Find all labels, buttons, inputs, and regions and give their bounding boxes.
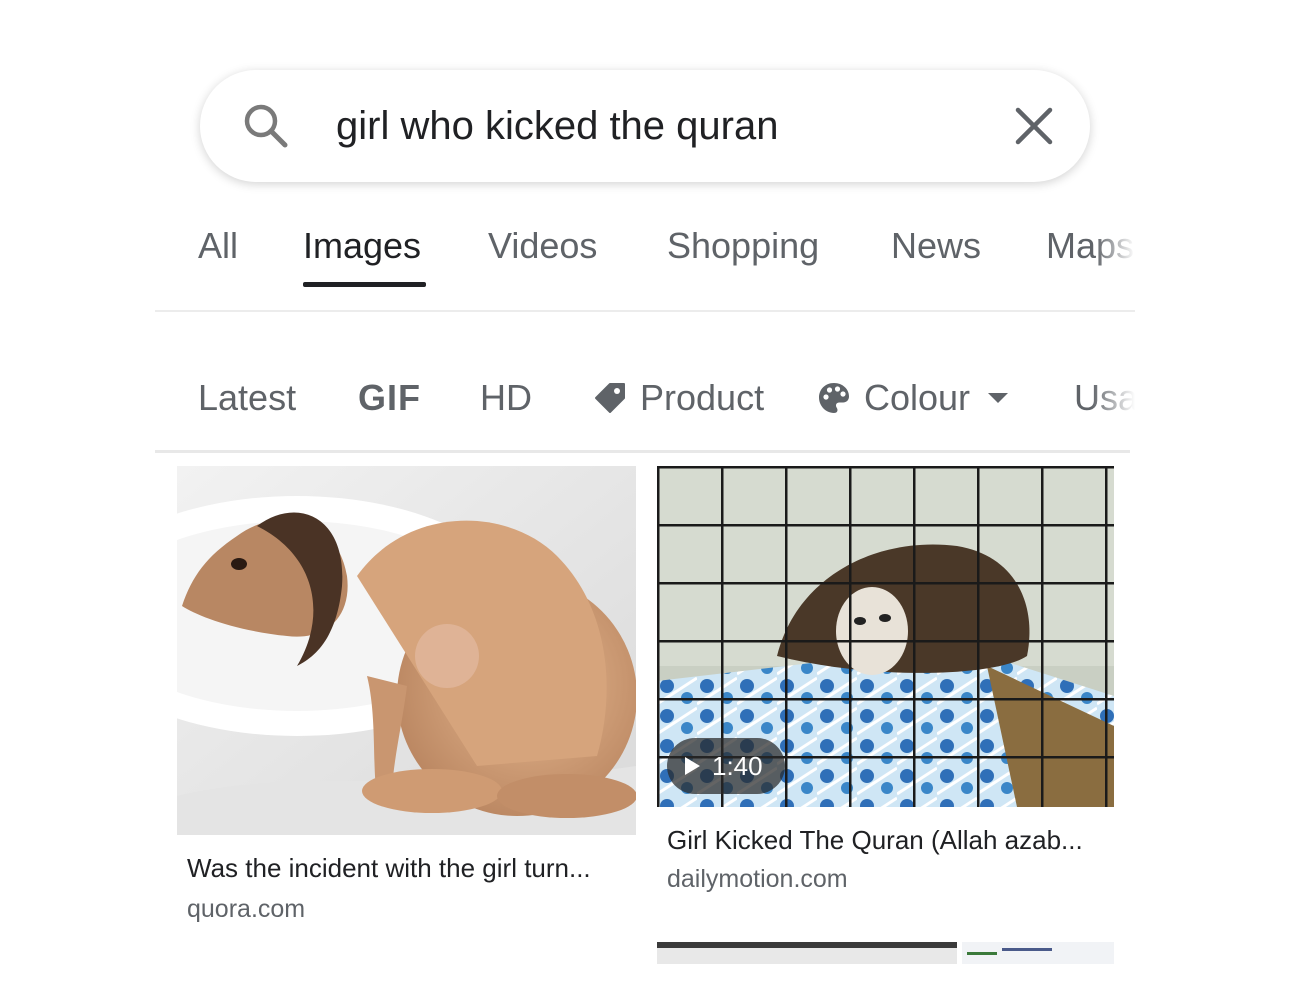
chip-hd[interactable]: HD — [480, 374, 532, 422]
chip-hd-label: HD — [480, 377, 532, 418]
chevron-down-icon — [988, 393, 1009, 403]
next-result-row[interactable] — [657, 942, 1114, 964]
tab-news[interactable]: News — [891, 222, 981, 270]
result-thumbnail[interactable]: 1:40 — [657, 466, 1114, 807]
chips-divider — [155, 450, 1130, 453]
close-icon[interactable] — [1012, 104, 1056, 148]
partial-thumbnail — [657, 942, 1114, 964]
chip-gif[interactable]: GIF — [358, 374, 421, 422]
chip-product-label: Product — [640, 377, 765, 418]
video-result[interactable]: 1:40 Girl Kicked The Quran (Allah azab..… — [657, 466, 1117, 896]
search-bar[interactable]: girl who kicked the quran — [200, 70, 1090, 182]
active-tab-indicator — [303, 282, 426, 287]
tabs-divider — [155, 310, 1135, 312]
chip-colour[interactable]: Colour — [816, 374, 1009, 422]
result-title[interactable]: Girl Kicked The Quran (Allah azab... — [667, 824, 1083, 856]
filter-chips: Latest GIF HD Product Colour Usa — [0, 374, 1135, 434]
image-result[interactable]: Was the incident with the girl turn... q… — [177, 466, 637, 926]
video-duration-badge: 1:40 — [667, 738, 785, 794]
chip-latest[interactable]: Latest — [198, 374, 296, 422]
result-title[interactable]: Was the incident with the girl turn... — [187, 852, 591, 884]
result-thumbnail[interactable] — [177, 466, 636, 835]
play-icon — [685, 757, 700, 775]
search-icon[interactable] — [240, 100, 292, 152]
video-duration: 1:40 — [712, 750, 763, 781]
tab-videos[interactable]: Videos — [488, 222, 597, 270]
tab-images[interactable]: Images — [303, 222, 421, 270]
tab-shopping[interactable]: Shopping — [667, 222, 819, 270]
chip-colour-label: Colour — [864, 377, 971, 418]
tab-all[interactable]: All — [198, 222, 238, 270]
chip-latest-label: Latest — [198, 377, 297, 418]
search-input[interactable]: girl who kicked the quran — [336, 102, 778, 150]
palette-icon — [819, 383, 849, 413]
tag-icon — [595, 383, 625, 413]
result-source: dailymotion.com — [667, 865, 848, 893]
search-tabs: All Images Videos Shopping News Maps — [0, 222, 1135, 292]
chip-product[interactable]: Product — [592, 374, 764, 422]
tabs-fade — [1095, 222, 1135, 282]
result-source: quora.com — [187, 895, 306, 923]
chips-fade — [1091, 374, 1135, 434]
chip-gif-label: GIF — [358, 377, 421, 418]
result-image — [177, 466, 636, 835]
